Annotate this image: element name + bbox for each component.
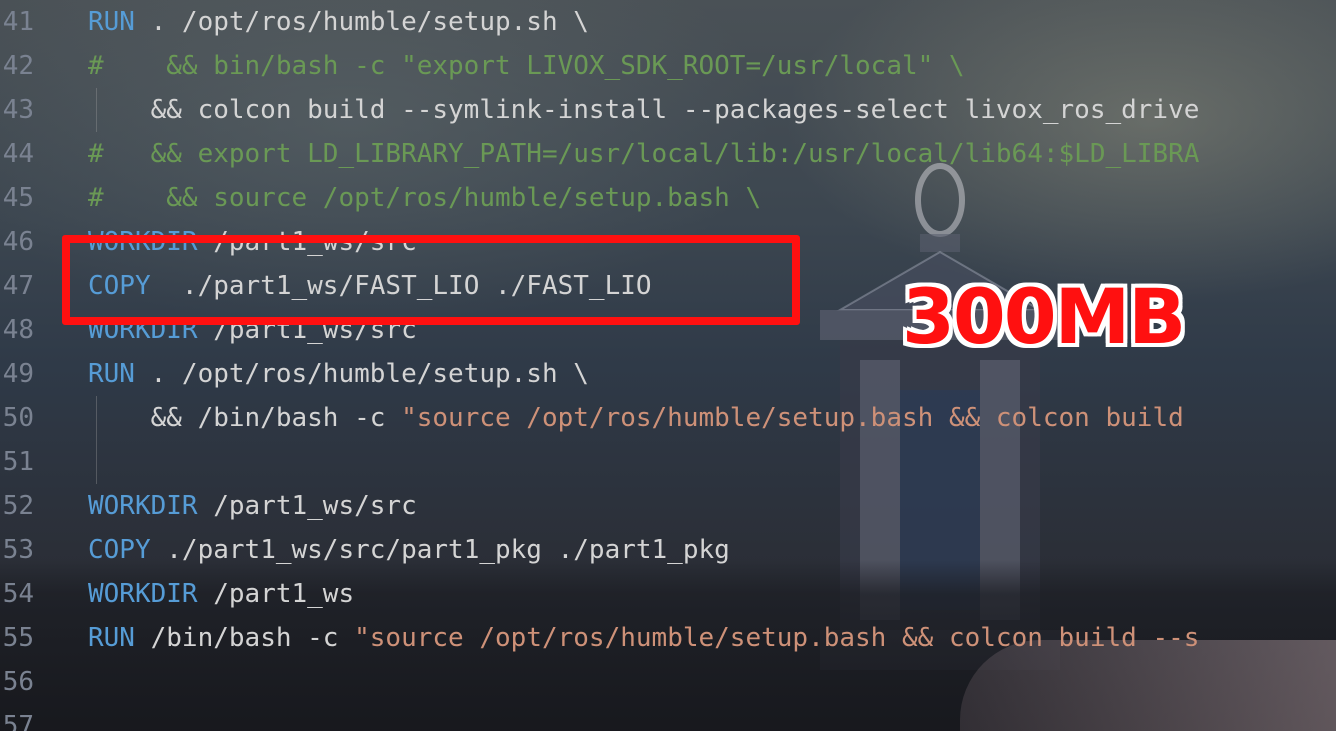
code-token: ./part1_ws/src/part1_pkg ./part1_pkg — [150, 535, 730, 565]
code-line[interactable]: 54 WORKDIR /part1_ws — [0, 572, 354, 616]
string-token: "source /opt/ros/humble/setup.bash && co… — [354, 623, 1200, 653]
line-number: 46 — [2, 227, 34, 257]
code-token: && colcon build --symlink-install --pack… — [88, 95, 1200, 125]
line-code[interactable]: RUN . /opt/ros/humble/setup.sh \ — [88, 352, 589, 396]
string-token: "source /opt/ros/humble/setup.bash && co… — [401, 403, 1184, 433]
line-code[interactable]: WORKDIR /part1_ws — [88, 572, 354, 616]
line-number: 44 — [2, 139, 34, 169]
keyword-token: WORKDIR — [88, 491, 198, 521]
code-line[interactable]: 49 RUN . /opt/ros/humble/setup.sh \ — [0, 352, 589, 396]
comment-token: # && bin/bash -c "export LIVOX_SDK_ROOT=… — [88, 51, 965, 81]
code-line[interactable]: 55 RUN /bin/bash -c "source /opt/ros/humb… — [0, 616, 1200, 660]
keyword-token: WORKDIR — [88, 579, 198, 609]
code-line[interactable]: 57 — [0, 704, 34, 731]
code-line[interactable]: 51 — [0, 440, 34, 484]
code-line[interactable]: 41 RUN . /opt/ros/humble/setup.sh \ — [0, 0, 589, 44]
code-line[interactable]: 47 COPY ./part1_ws/FAST_LIO ./FAST_LIO — [0, 264, 652, 308]
line-code[interactable]: # && bin/bash -c "export LIVOX_SDK_ROOT=… — [88, 44, 965, 88]
comment-token: # && source /opt/ros/humble/setup.bash \ — [88, 183, 762, 213]
keyword-token: RUN — [88, 7, 135, 37]
code-line[interactable]: 52 WORKDIR /part1_ws/src — [0, 484, 417, 528]
line-number: 41 — [2, 7, 34, 37]
line-number: 57 — [2, 711, 34, 731]
code-line[interactable]: 53 COPY ./part1_ws/src/part1_pkg ./part1_… — [0, 528, 730, 572]
line-number: 56 — [2, 667, 34, 697]
keyword-token: RUN — [88, 623, 135, 653]
line-code[interactable]: WORKDIR /part1_ws/src — [88, 484, 417, 528]
code-editor[interactable]: 41 RUN . /opt/ros/humble/setup.sh \ 42 # &&… — [0, 0, 1336, 731]
line-number: 52 — [2, 491, 34, 521]
line-number: 43 — [2, 95, 34, 125]
size-annotation: 300MB — [902, 272, 1186, 361]
comment-token: # && export LD_LIBRARY_PATH=/usr/local/l… — [88, 139, 1200, 169]
line-code[interactable]: # && export LD_LIBRARY_PATH=/usr/local/l… — [88, 132, 1199, 176]
line-code[interactable]: && colcon build --symlink-install --pack… — [88, 88, 1200, 132]
highlight-box-annotation — [62, 235, 800, 325]
line-code[interactable]: && /bin/bash -c "source /opt/ros/humble/… — [88, 396, 1184, 440]
code-token: && /bin/bash -c — [88, 403, 402, 433]
code-line[interactable]: 45 # && source /opt/ros/humble/setup.bash… — [0, 176, 761, 220]
code-line[interactable]: 44 # && export LD_LIBRARY_PATH=/usr/local… — [0, 132, 1200, 176]
code-line[interactable]: 43 && colcon build --symlink-install --p… — [0, 88, 1200, 132]
line-code[interactable]: RUN . /opt/ros/humble/setup.sh \ — [88, 0, 589, 44]
code-token: . /opt/ros/humble/setup.sh \ — [134, 359, 589, 389]
line-number: 54 — [2, 579, 34, 609]
code-token: . /opt/ros/humble/setup.sh \ — [134, 7, 589, 37]
line-code[interactable]: # && source /opt/ros/humble/setup.bash \ — [88, 176, 761, 220]
line-number: 48 — [2, 315, 34, 345]
code-line[interactable]: 48 WORKDIR /part1_ws/src — [0, 308, 417, 352]
keyword-token: RUN — [88, 359, 135, 389]
code-token: /part1_ws — [197, 579, 355, 609]
code-token: /part1_ws/src — [197, 491, 417, 521]
code-line[interactable]: 46 WORKDIR /part1_ws/src — [0, 220, 417, 264]
line-code[interactable]: COPY ./part1_ws/src/part1_pkg ./part1_pk… — [88, 528, 730, 572]
code-line[interactable]: 42 # && bin/bash -c "export LIVOX_SDK_ROO… — [0, 44, 965, 88]
line-number: 45 — [2, 183, 34, 213]
line-code[interactable]: RUN /bin/bash -c "source /opt/ros/humble… — [88, 616, 1199, 660]
code-line[interactable]: 56 — [0, 660, 34, 704]
line-number: 49 — [2, 359, 34, 389]
line-number: 47 — [2, 271, 34, 301]
line-number: 53 — [2, 535, 34, 565]
line-number: 55 — [2, 623, 34, 653]
keyword-token: COPY — [88, 535, 151, 565]
code-line[interactable]: 50 && /bin/bash -c "source /opt/ros/humb… — [0, 396, 1184, 440]
line-number: 42 — [2, 51, 34, 81]
line-number: 50 — [2, 403, 34, 433]
line-number: 51 — [2, 447, 34, 477]
code-token: /bin/bash -c — [134, 623, 355, 653]
